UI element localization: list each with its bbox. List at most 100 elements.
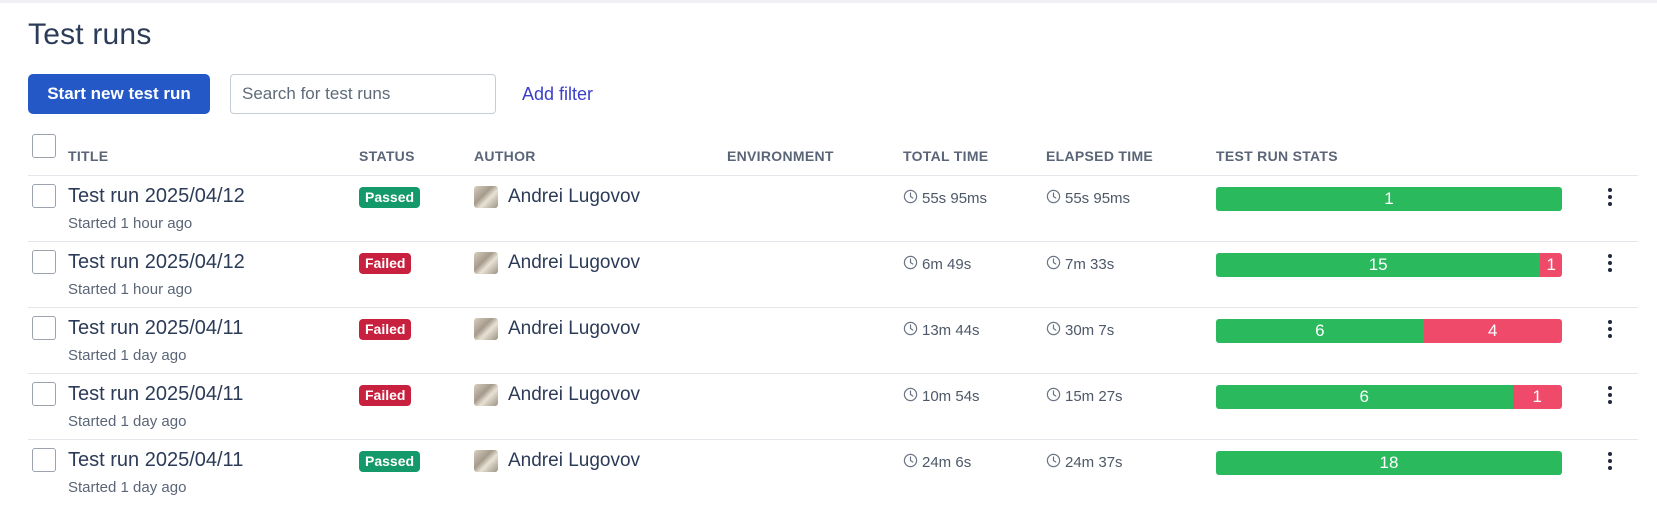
author-name: Andrei Lugovov	[508, 318, 641, 339]
table-row[interactable]: Test run 2025/04/12 Started 1 hour ago Fai…	[28, 242, 1638, 308]
elapsed-time-value: 15m 27s	[1065, 388, 1123, 405]
header-test-run-stats: TEST RUN STATS	[1216, 148, 1338, 164]
test-run-stats-bar[interactable]: 18	[1216, 451, 1562, 475]
more-vertical-icon[interactable]	[1602, 184, 1618, 210]
more-vertical-icon[interactable]	[1602, 382, 1618, 408]
header-total-time[interactable]: TOTAL TIME	[903, 148, 988, 164]
passed-segment: 6	[1216, 385, 1513, 409]
run-started: Started 1 hour ago	[68, 281, 193, 298]
run-title[interactable]: Test run 2025/04/11	[68, 383, 243, 406]
header-elapsed-time[interactable]: ELAPSED TIME	[1046, 148, 1153, 164]
total-time-value: 6m 49s	[922, 256, 972, 273]
clock-icon	[903, 255, 922, 274]
row-checkbox[interactable]	[32, 382, 56, 406]
avatar	[474, 186, 498, 208]
elapsed-time-value: 7m 33s	[1065, 256, 1115, 273]
passed-segment: 15	[1216, 253, 1541, 277]
run-started: Started 1 hour ago	[68, 215, 193, 232]
test-runs-table: TITLE STATUS AUTHOR ENVIRONMENT TOTAL TI…	[28, 134, 1638, 506]
elapsed-time: 15m 27s	[1046, 387, 1123, 406]
row-checkbox[interactable]	[32, 250, 56, 274]
elapsed-time-value: 24m 37s	[1065, 454, 1123, 471]
toolbar: Start new test run Add filter	[28, 74, 593, 114]
table-body: Test run 2025/04/12 Started 1 hour ago Pas…	[28, 176, 1638, 506]
author: Andrei Lugovov	[474, 252, 640, 274]
clock-icon	[1046, 321, 1065, 340]
total-time: 6m 49s	[903, 255, 971, 274]
elapsed-time: 7m 33s	[1046, 255, 1114, 274]
author-name: Andrei Lugovov	[508, 252, 641, 273]
total-time: 24m 6s	[903, 453, 971, 472]
row-checkbox[interactable]	[32, 316, 56, 340]
clock-icon	[903, 189, 922, 208]
avatar	[474, 384, 498, 406]
header-status[interactable]: STATUS	[359, 148, 415, 164]
table-row[interactable]: Test run 2025/04/11 Started 1 day ago Fail…	[28, 308, 1638, 374]
table-row[interactable]: Test run 2025/04/11 Started 1 day ago Fail…	[28, 374, 1638, 440]
test-run-stats-bar[interactable]: 61	[1216, 385, 1562, 409]
more-vertical-icon[interactable]	[1602, 316, 1618, 342]
total-time-value: 10m 54s	[922, 388, 980, 405]
clock-icon	[903, 321, 922, 340]
passed-segment: 1	[1216, 187, 1562, 211]
status-badge: Failed	[359, 319, 412, 340]
total-time: 55s 95ms	[903, 189, 987, 208]
author: Andrei Lugovov	[474, 450, 640, 472]
row-checkbox[interactable]	[32, 184, 56, 208]
more-vertical-icon[interactable]	[1602, 250, 1618, 276]
failed-segment: 1	[1540, 253, 1562, 277]
author-name: Andrei Lugovov	[508, 450, 641, 471]
author-name: Andrei Lugovov	[508, 384, 641, 405]
run-title[interactable]: Test run 2025/04/11	[68, 317, 243, 340]
status-badge: Passed	[359, 451, 421, 472]
more-vertical-icon[interactable]	[1602, 448, 1618, 474]
row-checkbox[interactable]	[32, 448, 56, 472]
table-header: TITLE STATUS AUTHOR ENVIRONMENT TOTAL TI…	[28, 134, 1638, 176]
select-all-checkbox[interactable]	[32, 134, 56, 158]
status-badge: Failed	[359, 253, 412, 274]
total-time: 10m 54s	[903, 387, 980, 406]
passed-segment: 18	[1216, 451, 1562, 475]
total-time: 13m 44s	[903, 321, 980, 340]
author-name: Andrei Lugovov	[508, 186, 641, 207]
total-time-value: 55s 95ms	[922, 190, 988, 207]
status-badge: Passed	[359, 187, 421, 208]
test-run-stats-bar[interactable]: 1	[1216, 187, 1562, 211]
author: Andrei Lugovov	[474, 384, 640, 406]
passed-segment: 6	[1216, 319, 1424, 343]
total-time-value: 13m 44s	[922, 322, 980, 339]
run-title[interactable]: Test run 2025/04/12	[68, 251, 245, 274]
author: Andrei Lugovov	[474, 186, 640, 208]
run-title[interactable]: Test run 2025/04/12	[68, 185, 245, 208]
author: Andrei Lugovov	[474, 318, 640, 340]
avatar	[474, 252, 498, 274]
status-badge: Failed	[359, 385, 412, 406]
elapsed-time: 30m 7s	[1046, 321, 1114, 340]
elapsed-time: 55s 95ms	[1046, 189, 1130, 208]
clock-icon	[903, 387, 922, 406]
header-author[interactable]: AUTHOR	[474, 148, 536, 164]
run-started: Started 1 day ago	[68, 347, 187, 364]
clock-icon	[1046, 189, 1065, 208]
failed-segment: 1	[1512, 385, 1562, 409]
run-title[interactable]: Test run 2025/04/11	[68, 449, 243, 472]
failed-segment: 4	[1423, 319, 1562, 343]
top-border	[0, 0, 1657, 3]
add-filter-link[interactable]: Add filter	[522, 84, 593, 105]
test-run-stats-bar[interactable]: 64	[1216, 319, 1562, 343]
start-new-test-run-button[interactable]: Start new test run	[28, 74, 210, 114]
clock-icon	[1046, 453, 1065, 472]
test-run-stats-bar[interactable]: 15 1	[1216, 253, 1562, 277]
run-started: Started 1 day ago	[68, 413, 187, 430]
table-row[interactable]: Test run 2025/04/11 Started 1 day ago Pass…	[28, 440, 1638, 506]
table-row[interactable]: Test run 2025/04/12 Started 1 hour ago Pas…	[28, 176, 1638, 242]
search-input[interactable]	[230, 74, 496, 114]
avatar	[474, 450, 498, 472]
header-environment[interactable]: ENVIRONMENT	[727, 148, 834, 164]
elapsed-time-value: 30m 7s	[1065, 322, 1115, 339]
total-time-value: 24m 6s	[922, 454, 972, 471]
clock-icon	[903, 453, 922, 472]
avatar	[474, 318, 498, 340]
header-title[interactable]: TITLE	[68, 148, 108, 164]
elapsed-time-value: 55s 95ms	[1065, 190, 1131, 207]
